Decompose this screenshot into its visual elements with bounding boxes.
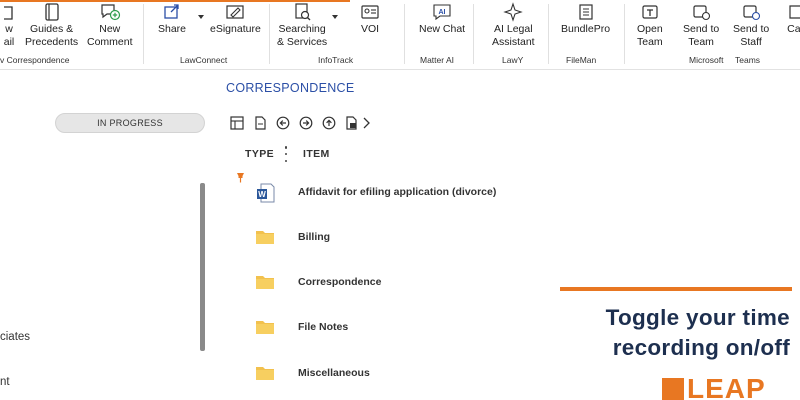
share-label: Share [158, 23, 187, 35]
voi-button[interactable]: VOI [359, 2, 381, 36]
group-label-lawconnect: LawConnect [180, 55, 228, 65]
send-to-staff-label: Send to Staff [733, 23, 770, 48]
bundle-icon [575, 2, 597, 22]
list-item-name: File Notes [298, 321, 349, 333]
teams-icon [639, 2, 661, 22]
list-item[interactable]: File Notes [226, 309, 556, 345]
searching-services-label: Searching & Services [277, 23, 328, 48]
list-item-name: Miscellaneous [298, 367, 370, 379]
group-label-correspondence: v Correspondence [0, 55, 70, 65]
word-document-icon: W [254, 182, 276, 203]
mail-icon [0, 2, 20, 22]
list-item[interactable]: W Affidavit for efiling application (div… [226, 174, 556, 210]
send-to-team-button[interactable]: Send to Team [683, 2, 719, 49]
new-chat-label: New Chat [419, 23, 466, 35]
book-icon [41, 2, 63, 22]
group-separator [473, 4, 474, 64]
calendar-label: Cal [787, 23, 800, 35]
svg-text:W: W [258, 190, 266, 199]
folder-icon [254, 317, 276, 337]
group-label-infotrack: InfoTrack [318, 55, 354, 65]
group-separator [404, 4, 405, 64]
new-comment-button[interactable]: New Comment [87, 2, 133, 49]
column-header-item[interactable]: ITEM [303, 148, 330, 160]
esignature-button[interactable]: eSignature [210, 2, 261, 36]
document-toolbar [228, 114, 370, 132]
send-team-icon [690, 2, 712, 22]
comment-add-icon [99, 2, 121, 22]
promo-caption-line-1: Toggle your time [605, 305, 790, 330]
search-document-icon [291, 2, 313, 22]
column-menu-icon[interactable] [283, 146, 289, 162]
status-badge-in-progress[interactable]: IN PROGRESS [55, 113, 205, 133]
bundlepro-button[interactable]: BundlePro [561, 2, 610, 36]
new-chat-button[interactable]: AI New Chat [419, 2, 465, 36]
promo-caption: Toggle your time recording on/off [560, 303, 790, 363]
guides-precedents-button[interactable]: Guides & Precedents [25, 2, 78, 49]
left-list-item[interactable]: nt [0, 376, 10, 388]
column-header-type[interactable]: TYPE [245, 148, 274, 160]
leap-logo: LEAP [662, 378, 766, 400]
list-item-name: Affidavit for efiling application (divor… [298, 186, 497, 198]
up-icon[interactable] [320, 115, 337, 132]
document-export-icon[interactable] [343, 115, 360, 132]
list-item[interactable]: Miscellaneous [226, 355, 556, 391]
ai-chat-icon: AI [431, 2, 453, 22]
left-list-item[interactable]: ciates [0, 331, 30, 343]
layout-icon[interactable] [228, 115, 245, 132]
new-mail-label: w ail [3, 23, 15, 48]
folder-icon [254, 363, 276, 383]
guides-precedents-label: Guides & Precedents [25, 23, 79, 48]
list-item[interactable]: Billing [226, 219, 556, 255]
sparkle-icon [502, 2, 524, 22]
searching-services-button[interactable]: Searching & Services [277, 2, 327, 49]
send-staff-icon [740, 2, 762, 22]
signature-icon [224, 2, 246, 22]
calendar-icon [784, 2, 800, 22]
ai-legal-assistant-label: AI Legal Assistant [492, 23, 535, 48]
page-title: CORRESPONDENCE [226, 81, 355, 95]
list-item-name: Correspondence [298, 276, 382, 288]
forward-icon[interactable] [297, 115, 314, 132]
open-team-button[interactable]: Open Team [637, 2, 663, 49]
send-to-team-label: Send to Team [683, 23, 720, 48]
voi-label: VOI [360, 23, 380, 35]
send-to-staff-button[interactable]: Send to Staff [733, 2, 769, 49]
list-item-name: Billing [298, 231, 331, 243]
ai-badge-text: AI [439, 9, 446, 16]
ribbon-toolbar: w ail Guides & Precedents New Comment v … [0, 0, 800, 70]
group-separator [269, 4, 270, 64]
promo-caption-line-2: recording on/off [612, 335, 790, 360]
folder-icon [254, 272, 276, 292]
document-icon[interactable] [251, 115, 268, 132]
group-label-fileman: FileMan [566, 55, 597, 65]
left-pane-scrollbar[interactable] [200, 183, 205, 351]
group-label-teams: Teams [735, 55, 761, 65]
group-separator [143, 4, 144, 64]
ai-legal-assistant-button[interactable]: AI Legal Assistant [492, 2, 535, 49]
leap-logo-text: LEAP [687, 378, 766, 400]
group-label-lawy: LawY [502, 55, 524, 65]
chevron-right-icon[interactable] [362, 115, 370, 132]
bundlepro-label: BundlePro [561, 23, 611, 35]
open-team-label: Open Team [637, 23, 663, 48]
leap-logo-mark-icon [662, 378, 684, 400]
calendar-button[interactable]: Cal [784, 2, 800, 36]
share-dropdown-caret[interactable] [198, 15, 204, 19]
group-label-matter-ai: Matter AI [420, 55, 455, 65]
new-comment-label: New Comment [87, 23, 133, 48]
share-button[interactable]: Share [158, 2, 186, 36]
id-card-icon [359, 2, 381, 22]
group-label-microsoft: Microsoft [689, 55, 724, 65]
group-separator [548, 4, 549, 64]
promo-accent-line [560, 287, 792, 291]
list-item[interactable]: Correspondence [226, 264, 556, 300]
share-icon [161, 2, 183, 22]
searching-dropdown-caret[interactable] [332, 15, 338, 19]
back-icon[interactable] [274, 115, 291, 132]
folder-icon [254, 227, 276, 247]
new-mail-button[interactable]: w ail [0, 2, 20, 49]
group-separator [624, 4, 625, 64]
esignature-label: eSignature [210, 23, 261, 35]
